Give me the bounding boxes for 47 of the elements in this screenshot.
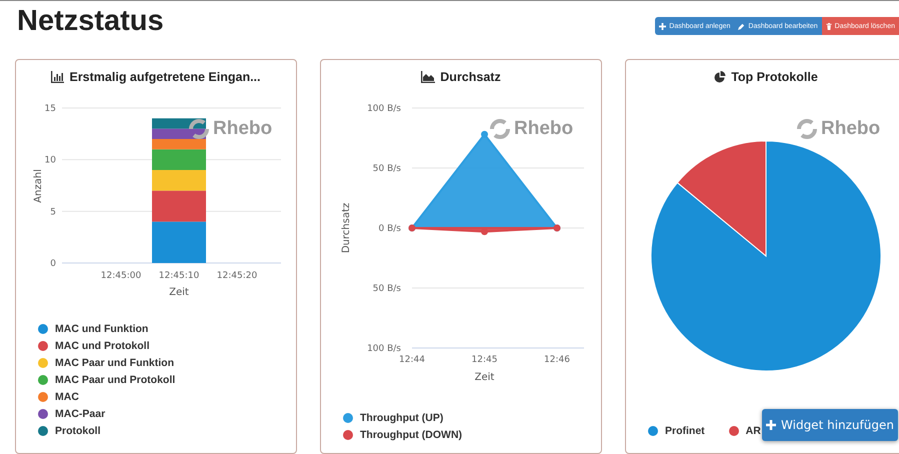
axis-tick-label: 12:45:10 xyxy=(158,271,200,281)
axis-tick-label: 12:44 xyxy=(399,355,425,365)
page-title: Netzstatus xyxy=(17,5,164,38)
axis-tick-label: 50 B/s xyxy=(372,164,401,174)
point xyxy=(481,130,488,138)
point xyxy=(481,228,488,236)
legend-label[interactable]: MAC-Paar xyxy=(55,408,106,420)
legend-label[interactable]: MAC Paar und Protokoll xyxy=(55,374,176,386)
add-widget-button[interactable]: Widget hinzufügen xyxy=(762,409,898,441)
widget-title: Erstmalig aufgetretene Eingan... xyxy=(69,70,260,84)
axis-tick-label: 5 xyxy=(50,207,56,218)
watermark-logo: Rhebo xyxy=(188,118,272,140)
trash-icon xyxy=(826,22,832,30)
axis-tick-label: 12:45 xyxy=(472,355,498,365)
axis-title: Zeit xyxy=(169,287,189,298)
plus-icon xyxy=(659,22,666,30)
legend-label[interactable]: AR xyxy=(746,424,761,436)
axis-tick-label: 0 B/s xyxy=(378,224,401,234)
pencil-icon xyxy=(738,22,746,30)
legend-label[interactable]: MAC xyxy=(55,390,79,402)
axis-tick-label: 0 xyxy=(50,259,56,269)
bar-chart-icon xyxy=(51,71,64,83)
axis-tick-label: 100 B/s xyxy=(367,104,401,114)
plus-icon xyxy=(766,420,776,430)
legend-label[interactable]: Profinet xyxy=(665,424,705,436)
watermark-logo: Rhebo xyxy=(796,118,880,140)
axis-tick-label: 15 xyxy=(44,104,56,114)
widget-title: Top Protokolle xyxy=(731,70,818,84)
legend-label[interactable]: Throughput (DOWN) xyxy=(360,428,462,440)
legend-label[interactable]: MAC und Funktion xyxy=(55,322,148,334)
axis-tick-label: 100 B/s xyxy=(367,344,401,354)
axis-tick-label: 50 B/s xyxy=(372,284,401,294)
watermark-logo: Rhebo xyxy=(489,118,574,140)
legend-label[interactable]: MAC und Protokoll xyxy=(55,340,150,352)
legend-label[interactable]: MAC Paar und Funktion xyxy=(55,356,174,368)
axis-tick-label: 10 xyxy=(44,156,56,166)
widget-title: Durchsatz xyxy=(440,70,501,84)
axis-title: Durchsatz xyxy=(341,202,352,254)
axis-title: Anzahl xyxy=(33,169,44,203)
legend-label[interactable]: Protokoll xyxy=(55,424,101,436)
axis-title: Zeit xyxy=(474,372,494,383)
legend-label[interactable]: Throughput (UP) xyxy=(360,412,444,424)
area-chart-icon xyxy=(421,71,436,83)
pie-chart-icon xyxy=(714,71,726,83)
axis-tick-label: 12:45:20 xyxy=(216,271,258,281)
axis-tick-label: 12:45:00 xyxy=(100,271,142,281)
axis-tick-label: 12:46 xyxy=(544,355,570,365)
